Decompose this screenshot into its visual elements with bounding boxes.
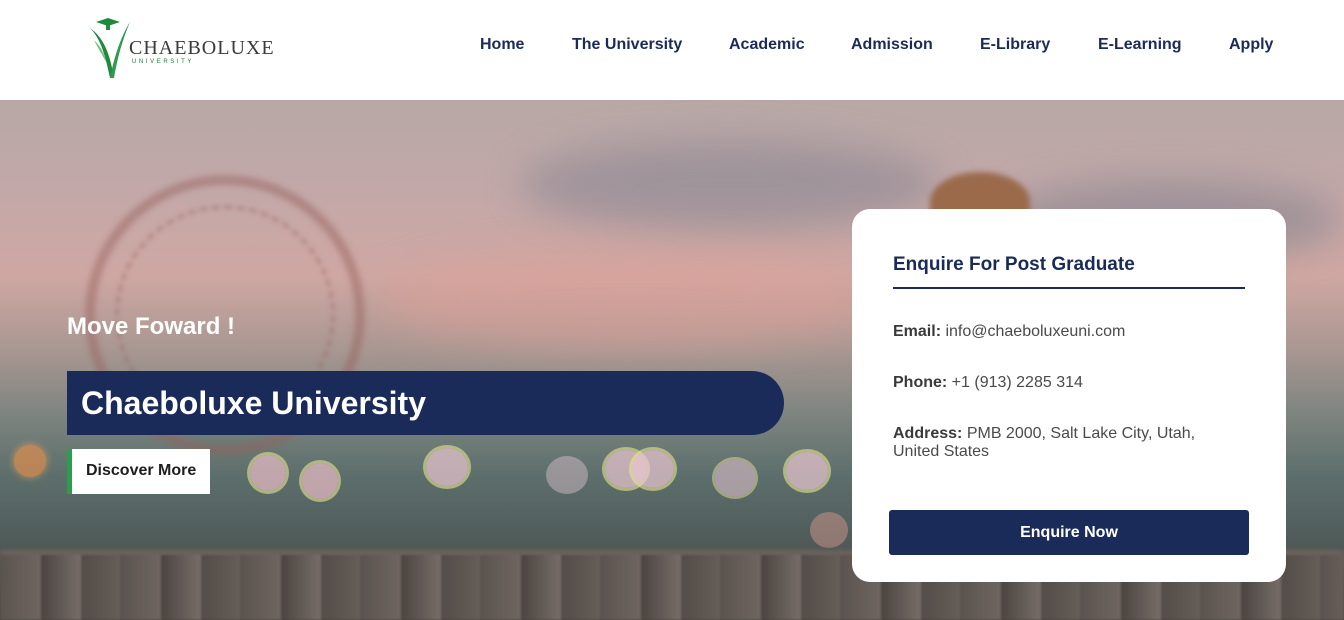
nav-item-the-university[interactable]: The University — [572, 36, 682, 54]
bokeh-light — [810, 512, 848, 548]
logo-tagline: UNIVERSITY — [132, 59, 195, 65]
address-label: Address: — [893, 425, 963, 442]
nav-item-apply[interactable]: Apply — [1229, 36, 1273, 54]
phone-label: Phone: — [893, 374, 948, 391]
bokeh-light — [786, 452, 828, 490]
nav-item-e-library[interactable]: E-Library — [980, 36, 1050, 54]
discover-more-label: Discover More — [86, 462, 197, 479]
enquiry-phone: Phone: +1 (913) 2285 314 — [893, 374, 1233, 392]
main-nav: Home The University Academic Admission E… — [0, 36, 1344, 56]
hero-title-banner: Chaeboluxe University — [67, 371, 784, 435]
nav-item-e-learning[interactable]: E-Learning — [1098, 36, 1182, 54]
enquiry-divider — [893, 287, 1245, 289]
nav-item-admission[interactable]: Admission — [851, 36, 933, 54]
bokeh-light — [546, 456, 588, 494]
bokeh-light — [302, 463, 338, 499]
hero-eyebrow: Move Foward ! — [67, 313, 236, 340]
enquiry-email: Email: info@chaeboluxeuni.com — [893, 323, 1233, 341]
email-value[interactable]: info@chaeboluxeuni.com — [945, 323, 1125, 340]
enquiry-title: Enquire For Post Graduate — [893, 254, 1135, 275]
hero-title: Chaeboluxe University — [81, 385, 426, 421]
enquiry-card: Enquire For Post Graduate Email: info@ch… — [852, 209, 1286, 582]
bokeh-light — [632, 450, 674, 488]
bokeh-light — [14, 445, 46, 477]
phone-value[interactable]: +1 (913) 2285 314 — [952, 374, 1083, 391]
site-header: CHAEBOLUXE UNIVERSITY Home The Universit… — [0, 0, 1344, 100]
bokeh-light — [250, 455, 286, 491]
bokeh-light — [426, 448, 468, 486]
enquiry-address: Address: PMB 2000, Salt Lake City, Utah,… — [893, 425, 1213, 461]
discover-more-button[interactable]: Discover More — [67, 449, 210, 494]
nav-item-academic[interactable]: Academic — [729, 36, 805, 54]
enquire-now-label: Enquire Now — [1020, 524, 1118, 541]
nav-item-home[interactable]: Home — [480, 36, 524, 54]
enquire-now-button[interactable]: Enquire Now — [889, 510, 1249, 555]
background-cloud — [380, 250, 880, 350]
email-label: Email: — [893, 323, 942, 340]
bokeh-light — [714, 459, 756, 497]
